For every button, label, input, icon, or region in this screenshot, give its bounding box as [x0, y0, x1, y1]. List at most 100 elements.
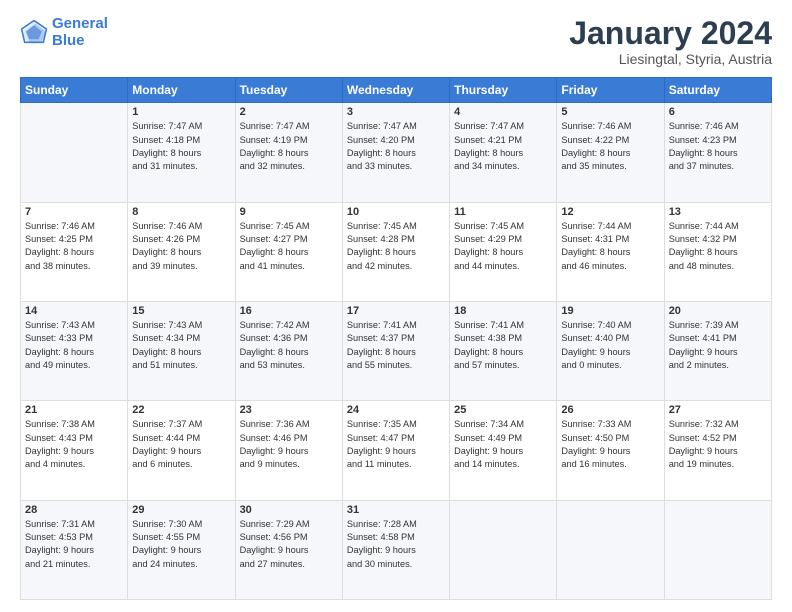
calendar-week-row: 7Sunrise: 7:46 AMSunset: 4:25 PMDaylight…	[21, 202, 772, 301]
day-number: 12	[561, 206, 659, 218]
day-number: 11	[454, 206, 552, 218]
calendar-cell: 20 Sunrise: 7:39 AMSunset: 4:41 PMDayligh…	[664, 301, 771, 400]
day-info: Sunrise: 7:44 AMSunset: 4:32 PMDaylight:…	[669, 220, 767, 273]
calendar-cell: 3Sunrise: 7:47 AMSunset: 4:20 PMDaylight…	[342, 103, 449, 202]
day-info: Sunrise: 7:31 AMSunset: 4:53 PMDaylight:…	[25, 518, 123, 571]
calendar-cell: 30 Sunrise: 7:29 AMSunset: 4:56 PMDayligh…	[235, 500, 342, 599]
calendar-header-row: SundayMondayTuesdayWednesdayThursdayFrid…	[21, 78, 772, 103]
day-info: Sunrise: 7:38 AMSunset: 4:43 PMDaylight:…	[25, 418, 123, 471]
calendar-cell: 15 Sunrise: 7:43 AMSunset: 4:34 PMDayligh…	[128, 301, 235, 400]
day-number: 17	[347, 305, 445, 317]
calendar-cell: 14Sunrise: 7:43 AMSunset: 4:33 PMDayligh…	[21, 301, 128, 400]
day-number: 10	[347, 206, 445, 218]
calendar-cell: 17Sunrise: 7:41 AMSunset: 4:37 PMDayligh…	[342, 301, 449, 400]
calendar-cell: 6Sunrise: 7:46 AMSunset: 4:23 PMDaylight…	[664, 103, 771, 202]
day-number: 31	[347, 504, 445, 516]
calendar-cell: 28 Sunrise: 7:31 AMSunset: 4:53 PMDayligh…	[21, 500, 128, 599]
day-info: Sunrise: 7:41 AMSunset: 4:38 PMDaylight:…	[454, 319, 552, 372]
calendar-cell	[557, 500, 664, 599]
day-number: 3	[347, 106, 445, 118]
calendar-week-row: 21 Sunrise: 7:38 AMSunset: 4:43 PMDayligh…	[21, 401, 772, 500]
calendar-cell: 22 Sunrise: 7:37 AMSunset: 4:44 PMDayligh…	[128, 401, 235, 500]
calendar-cell: 7Sunrise: 7:46 AMSunset: 4:25 PMDaylight…	[21, 202, 128, 301]
day-info: Sunrise: 7:47 AMSunset: 4:21 PMDaylight:…	[454, 120, 552, 173]
calendar-cell: 19 Sunrise: 7:40 AMSunset: 4:40 PMDayligh…	[557, 301, 664, 400]
day-info: Sunrise: 7:36 AMSunset: 4:46 PMDaylight:…	[240, 418, 338, 471]
calendar-cell	[450, 500, 557, 599]
calendar-cell: 8Sunrise: 7:46 AMSunset: 4:26 PMDaylight…	[128, 202, 235, 301]
day-number: 21	[25, 404, 123, 416]
calendar-cell: 25Sunrise: 7:34 AMSunset: 4:49 PMDayligh…	[450, 401, 557, 500]
calendar-cell	[664, 500, 771, 599]
day-info: Sunrise: 7:33 AMSunset: 4:50 PMDaylight:…	[561, 418, 659, 471]
logo-icon	[20, 19, 48, 47]
day-number: 1	[132, 106, 230, 118]
day-number: 20	[669, 305, 767, 317]
day-info: Sunrise: 7:29 AMSunset: 4:56 PMDaylight:…	[240, 518, 338, 571]
calendar-cell: 1 Sunrise: 7:47 AMSunset: 4:18 PMDaylight…	[128, 103, 235, 202]
day-info: Sunrise: 7:40 AMSunset: 4:40 PMDaylight:…	[561, 319, 659, 372]
calendar-cell: 18 Sunrise: 7:41 AMSunset: 4:38 PMDayligh…	[450, 301, 557, 400]
calendar-header-sunday: Sunday	[21, 78, 128, 103]
calendar-cell: 4 Sunrise: 7:47 AMSunset: 4:21 PMDaylight…	[450, 103, 557, 202]
day-info: Sunrise: 7:37 AMSunset: 4:44 PMDaylight:…	[132, 418, 230, 471]
day-number: 2	[240, 106, 338, 118]
day-info: Sunrise: 7:47 AMSunset: 4:18 PMDaylight:…	[132, 120, 230, 173]
day-number: 18	[454, 305, 552, 317]
day-info: Sunrise: 7:42 AMSunset: 4:36 PMDaylight:…	[240, 319, 338, 372]
calendar-header-friday: Friday	[557, 78, 664, 103]
day-number: 19	[561, 305, 659, 317]
title-block: January 2024 Liesingtal, Styria, Austria	[569, 16, 772, 67]
calendar-cell: 31 Sunrise: 7:28 AMSunset: 4:58 PMDayligh…	[342, 500, 449, 599]
day-info: Sunrise: 7:45 AMSunset: 4:29 PMDaylight:…	[454, 220, 552, 273]
calendar-header-thursday: Thursday	[450, 78, 557, 103]
day-number: 9	[240, 206, 338, 218]
day-info: Sunrise: 7:45 AMSunset: 4:28 PMDaylight:…	[347, 220, 445, 273]
calendar-table: SundayMondayTuesdayWednesdayThursdayFrid…	[20, 77, 772, 600]
day-number: 27	[669, 404, 767, 416]
day-number: 29	[132, 504, 230, 516]
day-info: Sunrise: 7:43 AMSunset: 4:34 PMDaylight:…	[132, 319, 230, 372]
day-info: Sunrise: 7:46 AMSunset: 4:25 PMDaylight:…	[25, 220, 123, 273]
calendar-cell: 2 Sunrise: 7:47 AMSunset: 4:19 PMDaylight…	[235, 103, 342, 202]
day-number: 13	[669, 206, 767, 218]
day-info: Sunrise: 7:46 AMSunset: 4:23 PMDaylight:…	[669, 120, 767, 173]
calendar-cell: 10 Sunrise: 7:45 AMSunset: 4:28 PMDayligh…	[342, 202, 449, 301]
subtitle: Liesingtal, Styria, Austria	[569, 51, 772, 67]
day-number: 8	[132, 206, 230, 218]
day-number: 26	[561, 404, 659, 416]
calendar-header-saturday: Saturday	[664, 78, 771, 103]
day-number: 24	[347, 404, 445, 416]
header: General Blue January 2024 Liesingtal, St…	[20, 16, 772, 67]
day-number: 22	[132, 404, 230, 416]
calendar-header-tuesday: Tuesday	[235, 78, 342, 103]
day-info: Sunrise: 7:44 AMSunset: 4:31 PMDaylight:…	[561, 220, 659, 273]
day-info: Sunrise: 7:32 AMSunset: 4:52 PMDaylight:…	[669, 418, 767, 471]
calendar-cell	[21, 103, 128, 202]
day-info: Sunrise: 7:46 AMSunset: 4:22 PMDaylight:…	[561, 120, 659, 173]
logo-text: General Blue	[52, 16, 108, 49]
day-number: 28	[25, 504, 123, 516]
day-info: Sunrise: 7:30 AMSunset: 4:55 PMDaylight:…	[132, 518, 230, 571]
day-info: Sunrise: 7:39 AMSunset: 4:41 PMDaylight:…	[669, 319, 767, 372]
day-info: Sunrise: 7:47 AMSunset: 4:19 PMDaylight:…	[240, 120, 338, 173]
calendar-cell: 29 Sunrise: 7:30 AMSunset: 4:55 PMDayligh…	[128, 500, 235, 599]
calendar-week-row: 1 Sunrise: 7:47 AMSunset: 4:18 PMDaylight…	[21, 103, 772, 202]
day-number: 30	[240, 504, 338, 516]
calendar-cell: 5Sunrise: 7:46 AMSunset: 4:22 PMDaylight…	[557, 103, 664, 202]
calendar-cell: 9Sunrise: 7:45 AMSunset: 4:27 PMDaylight…	[235, 202, 342, 301]
day-number: 16	[240, 305, 338, 317]
calendar-cell: 21 Sunrise: 7:38 AMSunset: 4:43 PMDayligh…	[21, 401, 128, 500]
logo: General Blue	[20, 16, 108, 49]
day-number: 14	[25, 305, 123, 317]
day-info: Sunrise: 7:35 AMSunset: 4:47 PMDaylight:…	[347, 418, 445, 471]
day-info: Sunrise: 7:28 AMSunset: 4:58 PMDaylight:…	[347, 518, 445, 571]
calendar-cell: 24 Sunrise: 7:35 AMSunset: 4:47 PMDayligh…	[342, 401, 449, 500]
day-number: 25	[454, 404, 552, 416]
main-title: January 2024	[569, 16, 772, 51]
day-number: 15	[132, 305, 230, 317]
calendar-cell: 26 Sunrise: 7:33 AMSunset: 4:50 PMDayligh…	[557, 401, 664, 500]
calendar-cell: 11 Sunrise: 7:45 AMSunset: 4:29 PMDayligh…	[450, 202, 557, 301]
day-number: 4	[454, 106, 552, 118]
page: General Blue January 2024 Liesingtal, St…	[0, 0, 792, 612]
